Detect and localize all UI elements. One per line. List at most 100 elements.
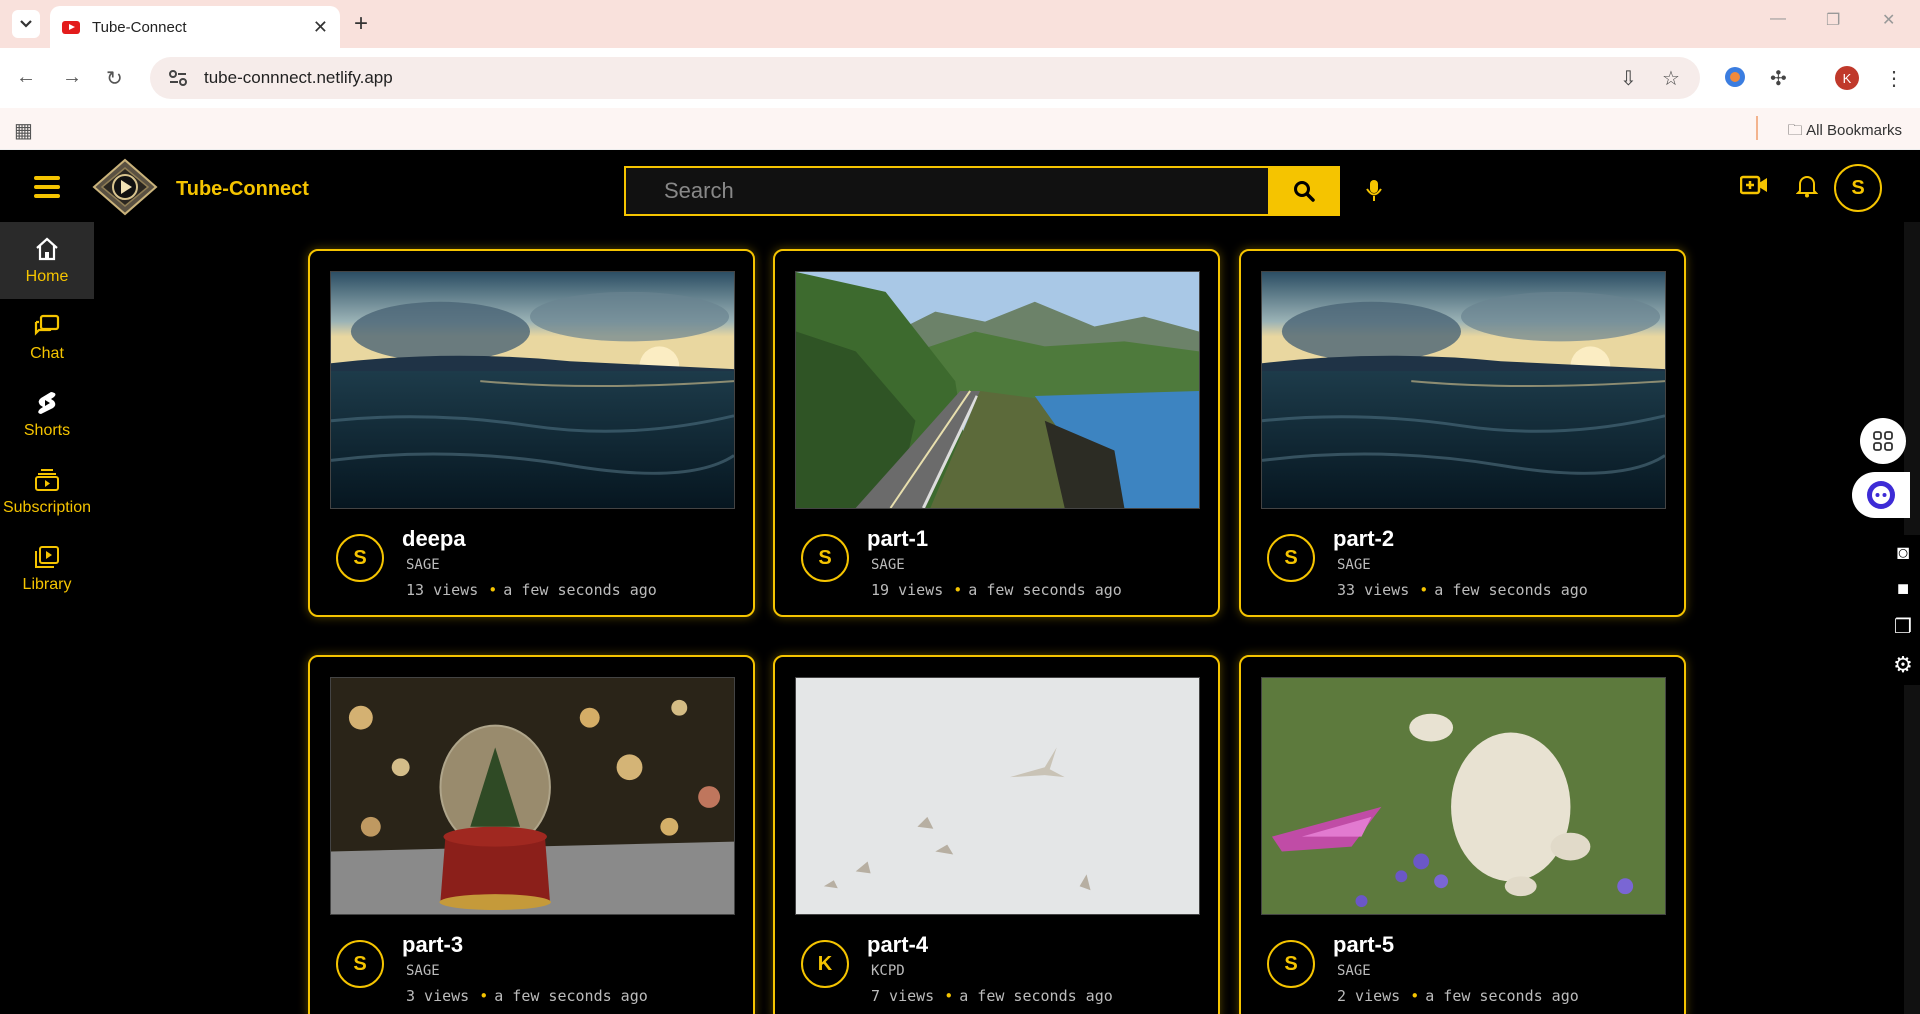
microphone-icon[interactable]: [1366, 178, 1382, 202]
bookmarks-bar: ▦ 🗀 All Bookmarks: [0, 108, 1920, 150]
minimize-icon[interactable]: —: [1770, 10, 1786, 28]
bookmark-star-icon[interactable]: ☆: [1662, 66, 1680, 91]
library-icon: [34, 544, 60, 570]
floating-assistant-icon[interactable]: [1852, 472, 1910, 518]
video-thumbnail[interactable]: [330, 271, 735, 509]
video-record-icon[interactable]: ■: [1897, 578, 1909, 601]
search-box: [624, 166, 1268, 216]
menu-hamburger-icon[interactable]: [34, 176, 60, 198]
video-card[interactable]: S part-2 SAGE 33 views • a few seconds ago: [1239, 249, 1686, 617]
channel-avatar[interactable]: S: [1267, 940, 1315, 988]
back-icon[interactable]: ←: [16, 66, 36, 89]
upload-time: a few seconds ago: [968, 581, 1122, 599]
video-card[interactable]: S part-5 SAGE 2 views • a few seconds ago: [1239, 655, 1686, 1014]
view-count: 33 views: [1337, 581, 1410, 599]
app-header: Tube-Connect S: [0, 150, 1920, 222]
site-info-icon[interactable]: [168, 69, 188, 87]
tab-title: Tube-Connect: [92, 18, 187, 36]
channel-name[interactable]: SAGE: [1337, 963, 1371, 979]
sidebar-item-library[interactable]: Library: [0, 530, 94, 607]
video-meta: 3 views • a few seconds ago: [406, 987, 648, 1005]
video-thumbnail[interactable]: [795, 677, 1200, 915]
bookmarks-separator: [1756, 116, 1758, 140]
apps-grid-icon[interactable]: ▦: [14, 118, 33, 143]
video-thumbnail[interactable]: [795, 271, 1200, 509]
floating-apps-grid-icon[interactable]: [1860, 418, 1906, 464]
channel-avatar[interactable]: S: [801, 534, 849, 582]
sidebar-item-label: Library: [22, 575, 72, 593]
extension-color-icon[interactable]: [1724, 66, 1746, 94]
sidebar-item-label: Chat: [30, 344, 64, 362]
separator-dot: •: [953, 581, 963, 599]
close-window-icon[interactable]: ✕: [1882, 10, 1895, 30]
video-title[interactable]: part-2: [1333, 526, 1394, 552]
profile-avatar[interactable]: K: [1835, 66, 1859, 90]
sidebar-item-chat[interactable]: Chat: [0, 299, 94, 376]
video-card[interactable]: S deepa SAGE 13 views • a few seconds ago: [308, 249, 755, 617]
channel-name[interactable]: SAGE: [406, 963, 440, 979]
channel-avatar[interactable]: S: [1267, 534, 1315, 582]
omnibox[interactable]: tube-connnect.netlify.app: [150, 57, 1700, 99]
url-text: tube-connnect.netlify.app: [204, 68, 393, 87]
window-capture-icon[interactable]: ❐: [1894, 614, 1912, 639]
video-thumbnail[interactable]: [1261, 271, 1666, 509]
sidebar-item-shorts[interactable]: Shorts: [0, 376, 94, 453]
browser-tab[interactable]: Tube-Connect ✕: [50, 6, 340, 48]
brand-name[interactable]: Tube-Connect: [176, 178, 309, 201]
browser-menu-icon[interactable]: ⋮: [1884, 66, 1904, 91]
restore-icon[interactable]: ❐: [1826, 10, 1840, 30]
install-app-icon[interactable]: ⇩: [1620, 66, 1637, 91]
tube-connect-logo[interactable]: [92, 158, 158, 216]
notifications-bell-icon[interactable]: [1796, 174, 1818, 198]
search-button[interactable]: [1268, 166, 1340, 216]
channel-avatar[interactable]: S: [336, 940, 384, 988]
view-count: 3 views: [406, 987, 470, 1005]
channel-avatar[interactable]: K: [801, 940, 849, 988]
video-thumbnail[interactable]: [1261, 677, 1666, 915]
upload-video-icon[interactable]: [1740, 174, 1768, 196]
video-card[interactable]: S part-3 SAGE 3 views • a few seconds ago: [308, 655, 755, 1014]
channel-avatar[interactable]: S: [336, 534, 384, 582]
search-input[interactable]: [664, 178, 1268, 204]
all-bookmarks-button[interactable]: 🗀 All Bookmarks: [1788, 120, 1902, 145]
tube-connect-app: Tube-Connect S Home Chat Shorts Subscrip…: [0, 150, 1920, 1014]
video-meta: 19 views • a few seconds ago: [871, 581, 1122, 599]
video-meta: 13 views • a few seconds ago: [406, 581, 657, 599]
settings-gear-icon[interactable]: ⚙: [1893, 652, 1913, 678]
upload-time: a few seconds ago: [959, 987, 1113, 1005]
video-title[interactable]: part-1: [867, 526, 928, 552]
extension-tool-tray: ◙ ■ ❐ ⚙: [1886, 535, 1920, 685]
video-card[interactable]: S part-1 SAGE 19 views • a few seconds ago: [773, 249, 1220, 617]
new-tab-button[interactable]: +: [354, 10, 368, 38]
sidebar-item-home[interactable]: Home: [0, 222, 94, 299]
channel-name[interactable]: KCPD: [871, 963, 905, 979]
channel-name[interactable]: SAGE: [1337, 557, 1371, 573]
tab-close-icon[interactable]: ✕: [313, 17, 328, 38]
extensions-puzzle-icon[interactable]: ✣: [1770, 66, 1787, 91]
reload-icon[interactable]: ↻: [106, 66, 123, 91]
user-avatar[interactable]: S: [1834, 164, 1882, 212]
channel-name[interactable]: SAGE: [871, 557, 905, 573]
channel-name[interactable]: SAGE: [406, 557, 440, 573]
video-title[interactable]: part-5: [1333, 932, 1394, 958]
video-title[interactable]: part-3: [402, 932, 463, 958]
video-meta: 2 views • a few seconds ago: [1337, 987, 1579, 1005]
tab-search-button[interactable]: [12, 10, 40, 38]
view-count: 19 views: [871, 581, 944, 599]
separator-dot: •: [1419, 581, 1429, 599]
shorts-icon: [36, 390, 58, 416]
video-title[interactable]: deepa: [402, 526, 466, 552]
video-thumbnail[interactable]: [330, 677, 735, 915]
sidebar-item-label: Subscription: [2, 498, 92, 516]
browser-tab-strip: Tube-Connect ✕ + — ❐ ✕: [0, 0, 1920, 48]
sidebar-item-subscription[interactable]: Subscription: [0, 453, 94, 530]
video-meta: 7 views • a few seconds ago: [871, 987, 1113, 1005]
separator-dot: •: [944, 987, 954, 1005]
video-title[interactable]: part-4: [867, 932, 928, 958]
screenshot-camera-icon[interactable]: ◙: [1897, 542, 1909, 565]
upload-time: a few seconds ago: [494, 987, 648, 1005]
view-count: 7 views: [871, 987, 935, 1005]
video-card[interactable]: K part-4 KCPD 7 views • a few seconds ago: [773, 655, 1220, 1014]
forward-icon[interactable]: →: [62, 66, 82, 89]
search-icon: [1294, 181, 1315, 202]
